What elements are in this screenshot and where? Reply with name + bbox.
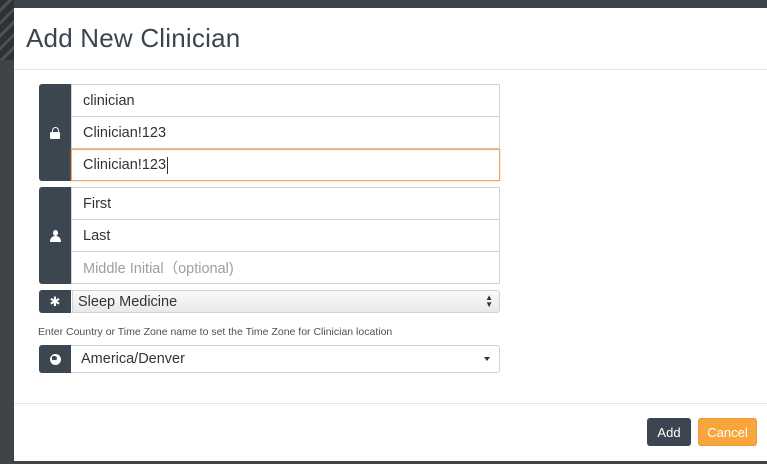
specialty-select[interactable]: Sleep Medicine ▲ ▼: [72, 290, 500, 313]
username-field[interactable]: clinician: [71, 84, 500, 117]
credentials-group: clinician Clinician!123 Clinician!123: [39, 84, 500, 181]
add-clinician-dialog: Add New Clinician clinician Clinician!12…: [14, 8, 767, 461]
updown-arrows-icon: ▲ ▼: [485, 293, 493, 309]
cancel-button[interactable]: Cancel: [698, 418, 757, 446]
credentials-addon: [39, 84, 71, 181]
confirm-password-value: Clinician!123: [83, 157, 167, 173]
dialog-title: Add New Clinician: [26, 23, 241, 53]
specialty-addon: ✱: [39, 290, 71, 313]
lock-icon: [50, 126, 60, 139]
first-name-field[interactable]: First: [71, 187, 500, 220]
caret-down-icon: [484, 357, 490, 361]
text-cursor: [167, 156, 169, 174]
password-field[interactable]: Clinician!123: [71, 117, 500, 149]
asterisk-icon: ✱: [49, 293, 61, 309]
dialog-header: Add New Clinician: [14, 8, 767, 70]
globe-icon: [49, 353, 61, 365]
confirm-password-field[interactable]: Clinician!123: [71, 149, 500, 181]
middle-initial-field[interactable]: Middle Initial（optional): [71, 252, 500, 284]
name-addon: [39, 187, 71, 284]
timezone-hint: Enter Country or Time Zone name to set t…: [38, 326, 393, 338]
last-name-field[interactable]: Last: [71, 220, 500, 252]
timezone-addon: [39, 345, 71, 373]
specialty-selected: Sleep Medicine: [78, 293, 178, 310]
timezone-selected: America/Denver: [81, 351, 185, 367]
add-button[interactable]: Add: [647, 418, 691, 446]
name-group: First Last Middle Initial（optional): [39, 187, 500, 284]
specialty-row: ✱ Sleep Medicine ▲ ▼: [39, 290, 500, 313]
timezone-select[interactable]: America/Denver: [71, 345, 500, 373]
app-background: [0, 0, 14, 60]
dialog-footer-divider: [14, 403, 767, 404]
user-icon: [49, 229, 61, 242]
timezone-row: America/Denver: [39, 345, 500, 373]
